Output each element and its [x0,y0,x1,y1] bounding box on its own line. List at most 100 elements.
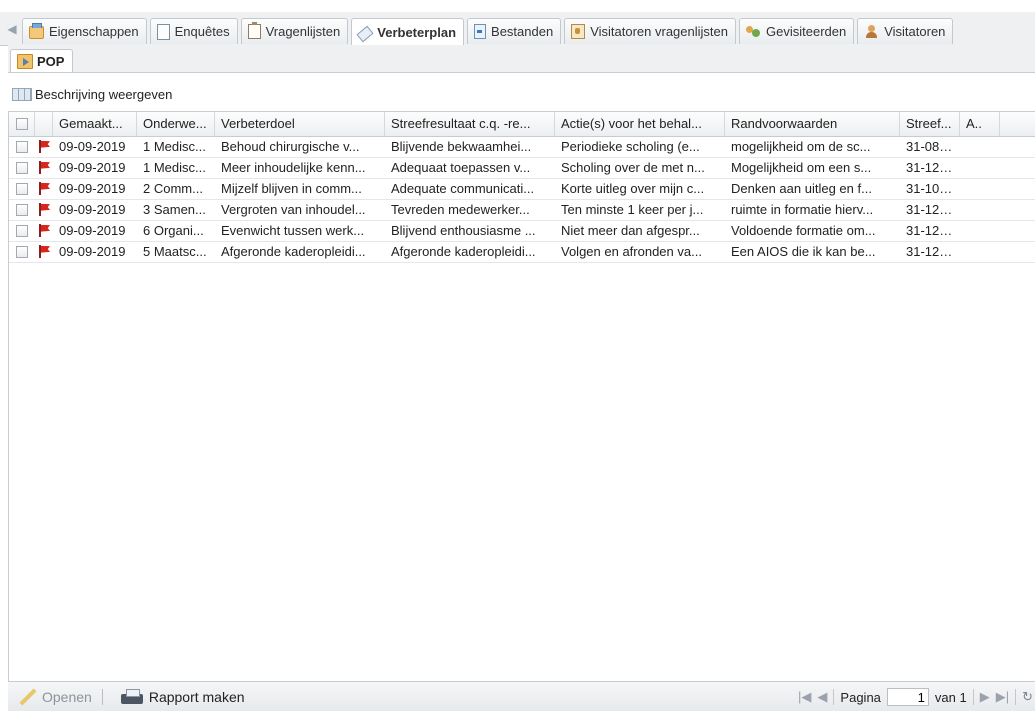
pop-icon [17,53,33,69]
page-count-label: van 1 [934,689,967,705]
clipboard-icon [247,22,261,39]
last-page-icon[interactable]: ▶| [996,689,1009,705]
cell-streefdatum: 31-12-... [906,202,955,217]
header-onderwerp[interactable]: Onderwe... [137,112,215,136]
tab-label: Visitatoren vragenlijsten [590,24,728,39]
tab-label: Visitatoren [884,24,946,39]
tab-strip: ◀ Eigenschappen Enquêtes Vragenlijsten V… [0,12,1035,46]
table-row[interactable]: 09-09-2019 6 Organi... Evenwicht tussen … [9,221,1035,242]
row-checkbox[interactable] [9,200,35,220]
checkbox-icon [16,203,28,216]
cell-verbeterdoel: Evenwicht tussen werk... [221,223,365,238]
row-checkbox[interactable] [9,179,35,199]
header-randvoorwaarden[interactable]: Randvoorwaarden [725,112,900,136]
header-streefresultaat[interactable]: Streefresultaat c.q. -re... [385,112,555,136]
header-streefdatum[interactable]: Streef... [900,112,960,136]
checkbox-icon [16,182,28,195]
show-description-label: Beschrijving weergeven [35,86,173,102]
table-row[interactable]: 09-09-2019 2 Comm... Mijzelf blijven in … [9,179,1035,200]
pager-separator [972,689,974,705]
subtab-label: POP [37,53,65,69]
header-verbeterdoel[interactable]: Verbeterdoel [215,112,385,136]
show-description-button[interactable]: Beschrijving weergeven [8,87,172,102]
table-row[interactable]: 09-09-2019 5 Maatsc... Afgeronde kaderop… [9,242,1035,263]
scroll-left-icon[interactable]: ◀ [2,18,22,40]
cell-streefresultaat: Adequaat toepassen v... [391,160,531,175]
tab-eigenschappen[interactable]: Eigenschappen [22,18,147,44]
tab-label: Vragenlijsten [265,24,341,39]
checkbox-icon [16,161,28,174]
table-row[interactable]: 09-09-2019 3 Samen... Vergroten van inho… [9,200,1035,221]
tab-list: Eigenschappen Enquêtes Vragenlijsten Ver… [22,18,956,45]
tab-label: Gevisiteerden [766,24,847,39]
cell-onderwerp: 5 Maatsc... [143,244,207,259]
open-button[interactable]: Openen [8,688,102,706]
header-gemaakt[interactable]: Gemaakt... [53,112,137,136]
pencil-icon [18,688,36,706]
tab-visitatoren-vragenlijsten[interactable]: Visitatoren vragenlijsten [564,18,736,44]
app-window: ◀ Eigenschappen Enquêtes Vragenlijsten V… [0,0,1035,711]
row-checkbox[interactable] [9,221,35,241]
cell-onderwerp: 3 Samen... [143,202,206,217]
cell-acties: Periodieke scholing (e... [561,139,700,154]
subtab-pop[interactable]: POP [10,49,74,72]
page-number-input[interactable] [886,688,929,706]
cell-acties: Ten minste 1 keer per j... [561,202,704,217]
tab-visitatoren[interactable]: Visitatoren [857,18,954,44]
row-checkbox[interactable] [9,242,35,262]
subtab-strip: POP [8,45,1035,73]
cell-streefresultaat: Afgeronde kaderopleidi... [391,244,536,259]
person-icon [864,24,879,39]
create-report-button[interactable]: Rapport maken [111,688,255,706]
tab-label: Bestanden [491,24,554,39]
cell-verbeterdoel: Afgeronde kaderopleidi... [221,244,366,259]
checkbox-icon [16,245,28,258]
header-a[interactable]: A.. [960,112,1000,136]
document-icon [156,23,170,40]
tab-bestanden[interactable]: Bestanden [467,18,562,44]
cell-streefresultaat: Blijvend enthousiasme ... [391,223,536,238]
cell-a [960,179,1000,199]
tab-vragenlijsten[interactable]: Vragenlijsten [240,18,349,44]
refresh-icon[interactable]: ↻ [1022,689,1033,705]
cell-a [960,158,1000,178]
bottom-toolbar: Openen Rapport maken |◀ ◀ Pagina van 1 ▶… [8,681,1035,711]
cell-date: 09-09-2019 [59,223,126,238]
first-page-icon[interactable]: |◀ [798,689,811,705]
cell-date: 09-09-2019 [59,139,126,154]
pager-separator [1015,689,1017,705]
visitor-form-icon [571,24,586,39]
cell-randvoorwaarden: Denken aan uitleg en f... [731,181,872,196]
previous-page-icon[interactable]: ◀ [817,689,827,705]
cell-verbeterdoel: Behoud chirurgische v... [221,139,360,154]
tab-gevisiteerden[interactable]: Gevisiteerden [739,18,855,44]
cell-a [960,200,1000,220]
cell-verbeterdoel: Vergroten van inhoudel... [221,202,366,217]
cell-verbeterdoel: Meer inhoudelijke kenn... [221,160,366,175]
cell-streefdatum: 31-08-... [906,139,955,154]
tab-verbeterplan[interactable]: Verbeterplan [351,18,465,45]
select-all-checkbox[interactable] [9,112,35,136]
row-checkbox[interactable] [9,137,35,157]
grid-toolbar: Beschrijving weergeven [8,82,1035,106]
pager: |◀ ◀ Pagina van 1 ▶ ▶| ↻ [798,682,1035,711]
cell-onderwerp: 2 Comm... [143,181,203,196]
tab-label: Verbeterplan [377,24,457,40]
improvement-plan-grid: Gemaakt... Onderwe... Verbeterdoel Stree… [8,111,1035,683]
page-label: Pagina [840,689,881,705]
tab-enquetes[interactable]: Enquêtes [149,18,238,44]
flag-icon [35,242,53,262]
cell-a [960,242,1000,262]
cell-streefresultaat: Tevreden medewerker... [391,202,530,217]
cell-streefdatum: 31-12-... [906,160,955,175]
row-checkbox[interactable] [9,158,35,178]
table-row[interactable]: 09-09-2019 1 Medisc... Meer inhoudelijke… [9,158,1035,179]
header-acties[interactable]: Actie(s) voor het behal... [555,112,725,136]
table-row[interactable]: 09-09-2019 1 Medisc... Behoud chirurgisc… [9,137,1035,158]
header-flag [35,112,53,136]
grid-header: Gemaakt... Onderwe... Verbeterdoel Stree… [9,112,1035,137]
next-page-icon[interactable]: ▶ [980,689,990,705]
toolbar-separator [101,689,103,705]
cell-acties: Korte uitleg over mijn c... [561,181,705,196]
cell-acties: Volgen en afronden va... [561,244,702,259]
